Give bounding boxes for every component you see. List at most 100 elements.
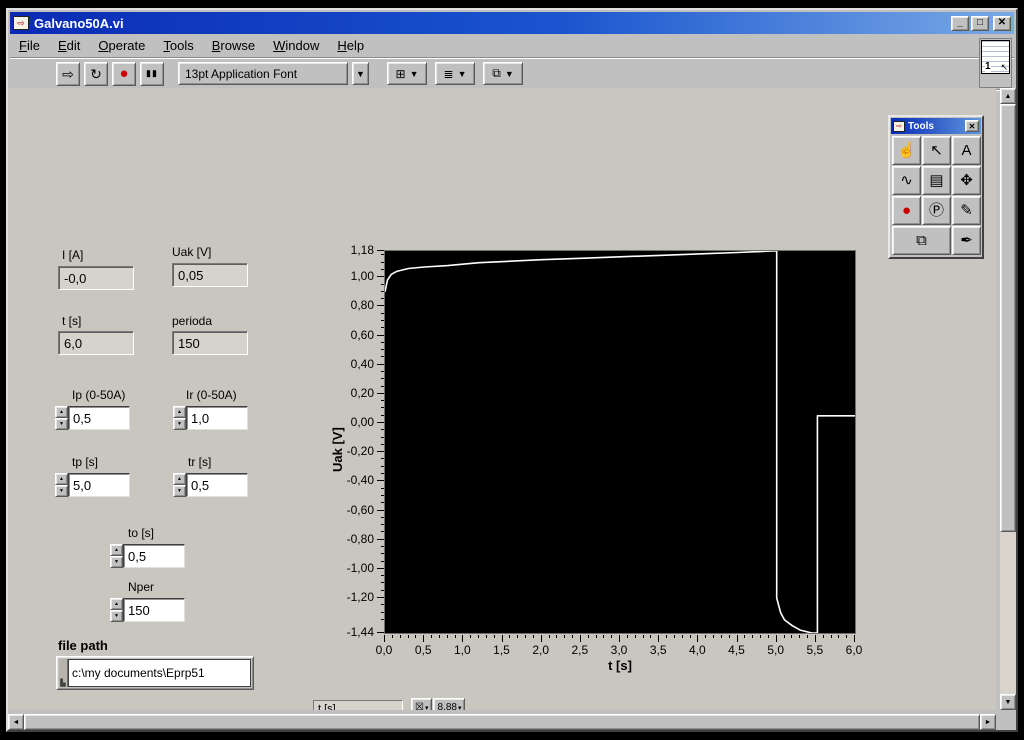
scroll-left-button[interactable]: ◄	[8, 714, 24, 730]
x-tick-label: 0,0	[376, 643, 393, 657]
x-scale-format-button[interactable]: 8.88 ▾	[433, 698, 465, 710]
indicator-label-perioda: perioda	[172, 314, 212, 328]
title-bar[interactable]: ⇨ Galvano50A.vi _ □ ✕	[10, 12, 1014, 34]
indicator-uak-value: 0,05	[178, 268, 203, 283]
control-tp[interactable]: ▲▼ 5,0	[55, 473, 130, 497]
probe-tool-button[interactable]: Ⓟ	[922, 196, 951, 225]
operate-value-tool-icon: ☝	[897, 143, 916, 158]
vertical-scrollbar[interactable]: ▲ ▼	[1000, 88, 1016, 710]
menu-help[interactable]: Help	[328, 34, 373, 58]
vi-icon-pane[interactable]: 1 ↖	[979, 38, 1012, 88]
x-tick-label: 1,0	[454, 643, 471, 657]
menu-operate[interactable]: Operate	[89, 34, 154, 58]
chart-plot[interactable]	[384, 250, 856, 634]
menu-tools[interactable]: Tools	[154, 34, 202, 58]
color-copy-tool-button[interactable]: ✎	[952, 196, 981, 225]
menu-browse[interactable]: Browse	[203, 34, 264, 58]
control-ir[interactable]: ▲▼ 1,0	[173, 406, 248, 430]
control-ip[interactable]: ▲▼ 0,5	[55, 406, 130, 430]
scroll-right-button[interactable]: ►	[980, 714, 996, 730]
object-menu-tool-button[interactable]: ▤	[922, 166, 951, 195]
file-path-field[interactable]: c:\my documents\Eprp51	[68, 659, 251, 687]
y-tick-label: 0,20	[320, 386, 374, 400]
spin-down-icon[interactable]: ▼	[173, 418, 186, 430]
font-selector-dropdown-icon[interactable]: ▼	[352, 62, 369, 85]
maximize-button[interactable]: □	[971, 16, 989, 31]
spin-down-icon[interactable]: ▼	[110, 610, 123, 622]
y-tick-label: 1,00	[320, 269, 374, 283]
control-nper[interactable]: ▲▼ 150	[110, 598, 185, 622]
tp-field[interactable]: 5,0	[68, 473, 130, 497]
breakpoint-tool-icon: ●	[902, 203, 911, 218]
x-autoscale-icon: ☒	[415, 702, 424, 710]
indicator-perioda: 150	[172, 331, 248, 355]
y-tick-label: -0,60	[320, 503, 374, 517]
pause-button[interactable]: ▮▮	[140, 62, 164, 86]
run-continuous-button[interactable]: ↻	[84, 62, 108, 86]
spin-up-icon[interactable]: ▲	[55, 406, 68, 418]
chart-y-axis: 1,181,000,800,600,400,200,00-0,20-0,40-0…	[320, 250, 374, 642]
operate-value-tool-button[interactable]: ☝	[892, 136, 921, 165]
wiring-tool-button[interactable]: ∿	[892, 166, 921, 195]
nper-field[interactable]: 150	[123, 598, 185, 622]
tp-value: 5,0	[73, 478, 91, 493]
spin-up-icon[interactable]: ▲	[173, 406, 186, 418]
set-color-tool-button[interactable]: ⧉	[892, 226, 951, 255]
spin-up-icon[interactable]: ▲	[55, 473, 68, 485]
paintbrush-tool-button[interactable]: ✒	[952, 226, 981, 255]
position-select-tool-button[interactable]: ↖	[922, 136, 951, 165]
control-to[interactable]: ▲▼ 0,5	[110, 544, 185, 568]
abort-button[interactable]: ●	[112, 62, 136, 86]
spin-up-icon[interactable]: ▲	[173, 473, 186, 485]
indicator-label-current: I [A]	[62, 248, 83, 262]
control-label-ir: Ir (0-50A)	[186, 388, 237, 402]
menu-file[interactable]: File	[10, 34, 49, 58]
tools-palette-title-bar[interactable]: ⇨ Tools ✕	[891, 118, 981, 134]
front-panel: I [A] -0,0 Uak [V] 0,05 t [s] 6,0 period…	[8, 88, 996, 710]
ir-field[interactable]: 1,0	[186, 406, 248, 430]
x-autoscale-button[interactable]: ☒ ▾	[411, 698, 432, 710]
ip-value: 0,5	[73, 411, 91, 426]
chevron-down-icon: ▾	[458, 704, 462, 711]
horizontal-scrollbar[interactable]: ◄ ►	[8, 714, 996, 730]
spin-down-icon[interactable]: ▼	[55, 485, 68, 497]
spin-down-icon[interactable]: ▼	[55, 418, 68, 430]
x-tick-label: 0,5	[415, 643, 432, 657]
indicator-perioda-value: 150	[178, 336, 200, 351]
chevron-down-icon: ▼	[458, 69, 467, 79]
menu-window[interactable]: Window	[264, 34, 328, 58]
spin-down-icon[interactable]: ▼	[110, 556, 123, 568]
scroll-down-button[interactable]: ▼	[1000, 694, 1016, 710]
tools-palette-close-button[interactable]: ✕	[965, 120, 979, 132]
file-path-control[interactable]: ▙ c:\my documents\Eprp51	[56, 656, 254, 690]
to-field[interactable]: 0,5	[123, 544, 185, 568]
spin-up-icon[interactable]: ▲	[110, 598, 123, 610]
distribute-objects-button[interactable]: ≣ ▼	[435, 62, 475, 85]
tools-palette-title: Tools	[908, 121, 965, 132]
vi-icon-number: 1	[985, 62, 991, 72]
reorder-button[interactable]: ⧉ ▼	[483, 62, 523, 85]
ip-field[interactable]: 0,5	[68, 406, 130, 430]
menu-edit[interactable]: Edit	[49, 34, 89, 58]
spin-down-icon[interactable]: ▼	[173, 485, 186, 497]
vertical-scrollbar-thumb[interactable]	[1000, 104, 1016, 532]
breakpoint-tool-button[interactable]: ●	[892, 196, 921, 225]
edit-text-tool-button[interactable]: A	[952, 136, 981, 165]
tr-field[interactable]: 0,5	[186, 473, 248, 497]
nper-value: 150	[128, 603, 150, 618]
labview-icon: ⇨	[893, 121, 905, 132]
x-scale-legend[interactable]: t [s]	[313, 700, 403, 710]
control-tr[interactable]: ▲▼ 0,5	[173, 473, 248, 497]
scroll-up-button[interactable]: ▲	[1000, 88, 1016, 104]
font-selector[interactable]: 13pt Application Font	[178, 62, 348, 85]
minimize-button[interactable]: _	[951, 16, 969, 31]
align-objects-button[interactable]: ⊞ ▼	[387, 62, 427, 85]
horizontal-scrollbar-thumb[interactable]	[24, 714, 980, 730]
scroll-tool-button[interactable]: ✥	[952, 166, 981, 195]
close-button[interactable]: ✕	[993, 16, 1011, 31]
run-button[interactable]: ⇨	[56, 62, 80, 86]
spin-up-icon[interactable]: ▲	[110, 544, 123, 556]
tools-palette[interactable]: ⇨ Tools ✕ ☝ ↖A ∿▤✥ ● Ⓟ✎⧉✒	[888, 115, 984, 259]
chevron-down-icon: ▼	[410, 69, 419, 79]
x-scale-format-icon: 8.88	[437, 702, 456, 710]
